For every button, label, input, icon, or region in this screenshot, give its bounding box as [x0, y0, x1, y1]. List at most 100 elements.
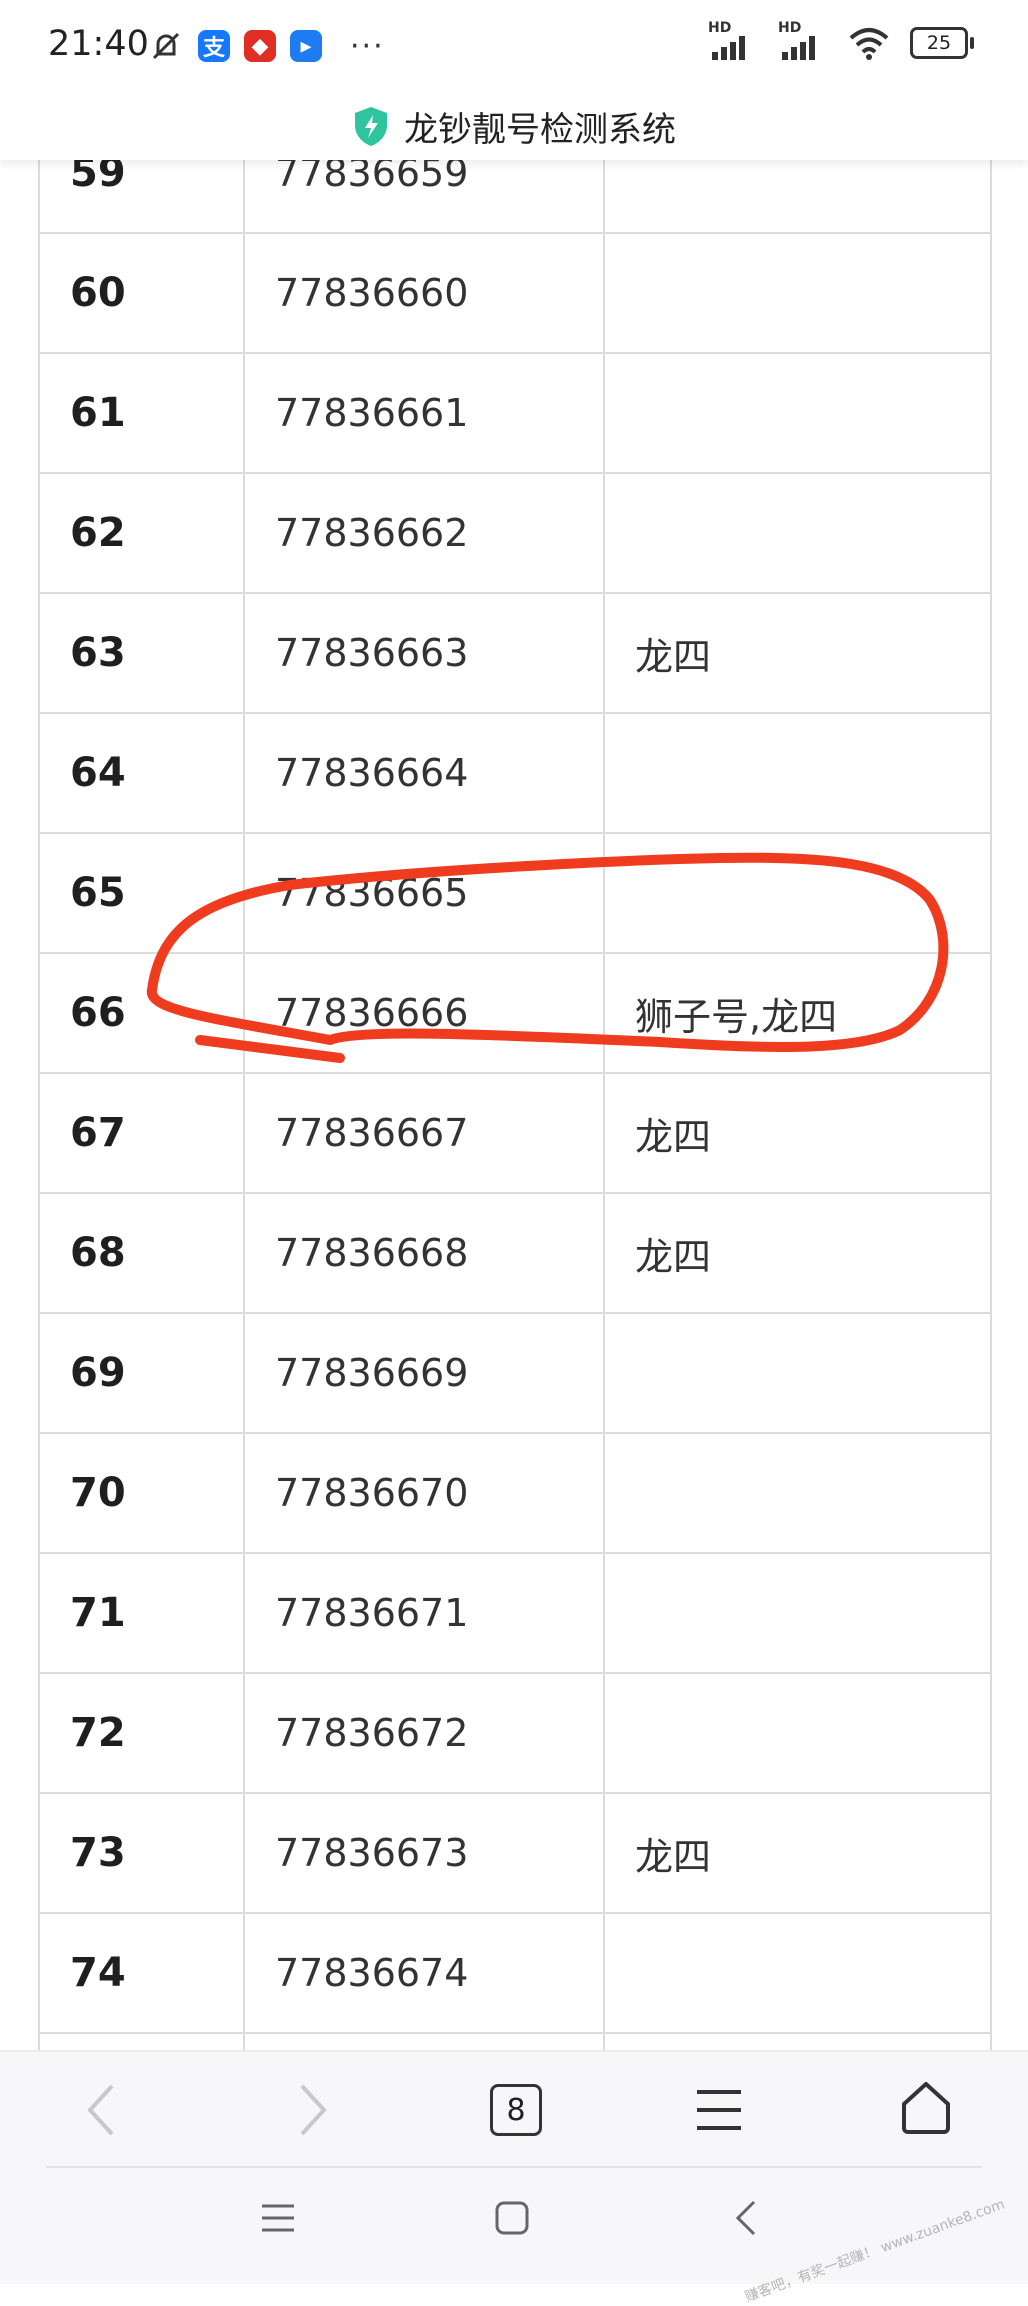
row-index: 74	[38, 1912, 245, 2034]
shield-icon	[355, 107, 387, 146]
number-tag	[603, 1672, 992, 1794]
row-index: 65	[38, 832, 245, 954]
row-index: 63	[38, 592, 245, 714]
phone-number: 77836662	[243, 472, 605, 594]
number-tag	[603, 1552, 992, 1674]
phone-number: 77836660	[243, 232, 605, 354]
phone-number: 77836659	[243, 160, 605, 234]
number-tag	[603, 712, 992, 834]
number-tag	[603, 352, 992, 474]
table-row: 74 77836674	[38, 1912, 992, 2034]
table-row: 61 77836661	[38, 352, 992, 474]
table-row: 72 77836672	[38, 1672, 992, 1794]
watermark: 赚客吧，有奖一起赚！ www.zuanke8.com	[742, 2196, 1007, 2306]
table-row: 7577836675	[38, 2032, 992, 2050]
system-back-icon[interactable]	[726, 2198, 766, 2238]
status-bar: 21:40 支 ◆ ▸ ··· HD HD 25	[0, 0, 1028, 92]
number-tag	[603, 160, 992, 234]
status-time: 21:40	[48, 24, 149, 64]
phone-number: 77836664	[243, 712, 605, 834]
row-index: 71	[38, 1552, 245, 1674]
more-notifications-icon: ···	[350, 28, 385, 64]
row-index: 61	[38, 352, 245, 474]
tab-count: 8	[506, 2092, 526, 2128]
number-tag: 龙四	[603, 592, 992, 714]
row-index: 64	[38, 712, 245, 834]
number-tag	[603, 1912, 992, 2034]
phone-number: 77836669	[243, 1312, 605, 1434]
table-row: 68 77836668 龙四	[38, 1192, 992, 1314]
table-row: 60 77836660	[38, 232, 992, 354]
table-row: 64 77836664	[38, 712, 992, 834]
row-index: 60	[38, 232, 245, 354]
app-blue-icon: ▸	[290, 30, 322, 62]
table-row: 65 77836665	[38, 832, 992, 954]
alipay-icon: 支	[198, 30, 230, 62]
home-square-icon[interactable]	[492, 2198, 532, 2238]
page-title: 龙钞靓号检测系统	[404, 109, 676, 150]
back-icon[interactable]	[82, 2080, 122, 2140]
row-index: 70	[38, 1432, 245, 1554]
mute-bell-icon	[152, 32, 180, 60]
battery-icon: 25	[910, 27, 974, 59]
number-tag	[603, 1312, 992, 1434]
pinduoduo-icon: ◆	[244, 30, 276, 62]
number-tag	[603, 1432, 992, 1554]
row-index: 68	[38, 1192, 245, 1314]
table-row: 66 77836666 狮子号,龙四	[38, 952, 992, 1074]
browser-toolbar: 8	[0, 2050, 1028, 2172]
number-tag	[603, 472, 992, 594]
row-index: 72	[38, 1672, 245, 1794]
forward-icon[interactable]	[292, 2080, 332, 2140]
signal-1-icon: HD	[708, 20, 758, 60]
row-index: 73	[38, 1792, 245, 1914]
row-index: 75	[38, 2032, 245, 2050]
number-tag: 狮子号,龙四	[603, 952, 992, 1074]
wifi-icon	[849, 28, 889, 60]
table-row: 69 77836669	[38, 1312, 992, 1434]
phone-number: 77836674	[243, 1912, 605, 2034]
tabs-button[interactable]: 8	[490, 2084, 542, 2136]
number-tag: 龙四	[603, 1072, 992, 1194]
number-tag	[603, 232, 992, 354]
phone-number: 77836672	[243, 1672, 605, 1794]
phone-number: 77836661	[243, 352, 605, 474]
results-table: 59 77836659 60 77836660 61 77836661 62 77836662…	[38, 160, 992, 2050]
page-header: 龙钞靓号检测系统	[0, 92, 1028, 160]
table-row: 59 77836659	[38, 160, 992, 234]
number-tag: 龙四	[603, 1792, 992, 1914]
home-icon[interactable]	[898, 2080, 954, 2136]
table-row: 67 77836667 龙四	[38, 1072, 992, 1194]
phone-number: 77836675	[243, 2032, 605, 2050]
phone-number: 77836670	[243, 1432, 605, 1554]
row-index: 62	[38, 472, 245, 594]
table-row: 73 77836673 龙四	[38, 1792, 992, 1914]
table-row: 63 77836663 龙四	[38, 592, 992, 714]
menu-icon[interactable]	[694, 2088, 744, 2132]
row-index: 59	[38, 160, 245, 234]
row-index: 69	[38, 1312, 245, 1434]
status-app-icons: 支 ◆ ▸ ···	[148, 28, 385, 64]
phone-number: 77836665	[243, 832, 605, 954]
results-table-body: 59 77836659 60 77836660 61 77836661 62 77836662…	[38, 160, 992, 2050]
results-table-container[interactable]: 59 77836659 60 77836660 61 77836661 62 77836662…	[38, 160, 992, 2050]
phone-number: 77836673	[243, 1792, 605, 1914]
status-right-icons: HD HD 25	[708, 20, 974, 60]
number-tag	[603, 832, 992, 954]
system-navigation-bar: 赚客吧，有奖一起赚！ www.zuanke8.com	[0, 2170, 1028, 2306]
toolbar-divider	[46, 2166, 982, 2168]
row-index: 66	[38, 952, 245, 1074]
table-row: 71 77836671	[38, 1552, 992, 1674]
number-tag: 龙四	[603, 1192, 992, 1314]
table-row: 70 77836670	[38, 1432, 992, 1554]
phone-number: 77836666	[243, 952, 605, 1074]
phone-number: 77836663	[243, 592, 605, 714]
number-tag	[603, 2032, 992, 2050]
phone-number: 77836671	[243, 1552, 605, 1674]
phone-number: 77836667	[243, 1072, 605, 1194]
table-row: 62 77836662	[38, 472, 992, 594]
battery-level: 25	[926, 32, 952, 54]
signal-2-icon: HD	[778, 20, 828, 60]
recents-icon[interactable]	[258, 2198, 298, 2238]
row-index: 67	[38, 1072, 245, 1194]
